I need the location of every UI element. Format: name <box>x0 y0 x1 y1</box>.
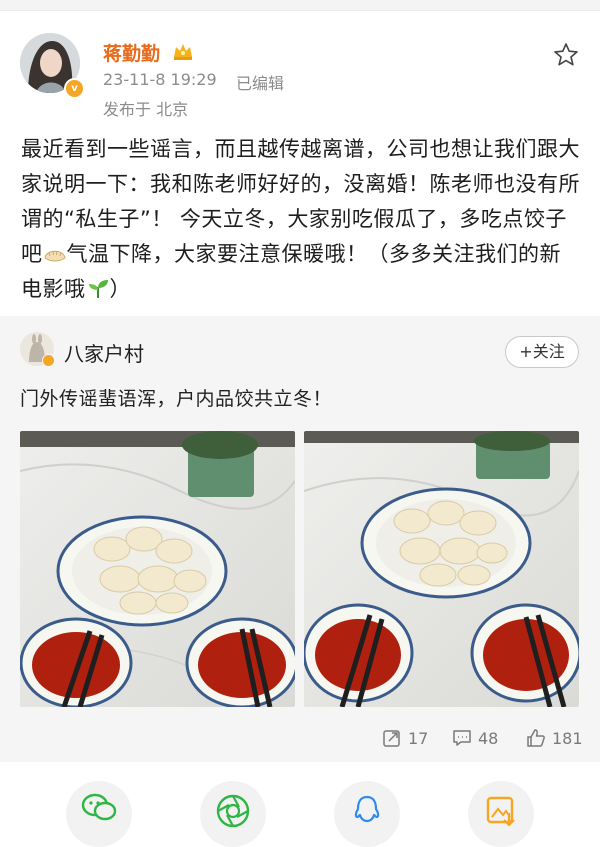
save-image-icon <box>486 796 515 827</box>
comment-count-button[interactable]: 48 <box>452 728 498 748</box>
post-timestamp: 23-11-8 19:29 <box>103 70 217 89</box>
repost-icon <box>383 730 400 747</box>
repost-text: 门外传谣蜚语浑，户内品饺共立冬！ <box>20 388 333 410</box>
top-divider <box>0 0 600 11</box>
moments-share-button[interactable] <box>200 781 266 847</box>
dumplings-photo-2[interactable] <box>304 431 579 707</box>
like-count: 181 <box>552 728 583 748</box>
share-bar <box>0 763 600 847</box>
repost-count-button[interactable]: 17 <box>382 728 428 748</box>
save-image-share-button[interactable] <box>468 781 534 847</box>
dumplings-photo-1[interactable] <box>20 431 295 707</box>
moments-icon <box>216 794 250 828</box>
post-text-part3: ） <box>109 277 131 301</box>
post-location: 发布于 北京 <box>103 100 189 119</box>
crown-icon <box>174 44 192 60</box>
weibo-post: v 蒋勤勤 23-11-8 19:29 已编辑 发布于 北京 最近看到一些谣言，… <box>0 11 600 315</box>
qq-icon <box>354 795 380 823</box>
comment-icon <box>453 730 471 746</box>
repost-count: 17 <box>408 728 429 748</box>
wechat-share-button[interactable] <box>66 781 132 847</box>
post-text: 最近看到一些谣言，而且越传越离谱，公司也想让我们跟大家说明一下：我和陈老师好好的… <box>21 132 581 307</box>
follow-button[interactable]: +关注 <box>505 336 579 368</box>
wechat-icon <box>81 793 117 821</box>
repost-verified-badge-icon <box>42 354 55 367</box>
dumpling-emoji-icon <box>43 250 66 262</box>
verified-badge-icon: v <box>64 78 85 99</box>
reposted-post[interactable]: 八家户村 +关注 门外传谣蜚语浑，户内品饺共立冬！ 17 48 181 <box>0 316 600 762</box>
sprout-emoji-icon <box>88 280 108 298</box>
qq-share-button[interactable] <box>334 781 400 847</box>
comment-count: 48 <box>478 728 499 748</box>
author-name[interactable]: 蒋勤勤 <box>103 39 160 66</box>
thumbs-up-icon <box>527 729 545 747</box>
repost-author-name[interactable]: 八家户村 <box>64 338 144 367</box>
like-count-button[interactable]: 181 <box>526 728 583 748</box>
edited-label[interactable]: 已编辑 <box>236 70 284 94</box>
star-icon[interactable] <box>552 41 580 69</box>
